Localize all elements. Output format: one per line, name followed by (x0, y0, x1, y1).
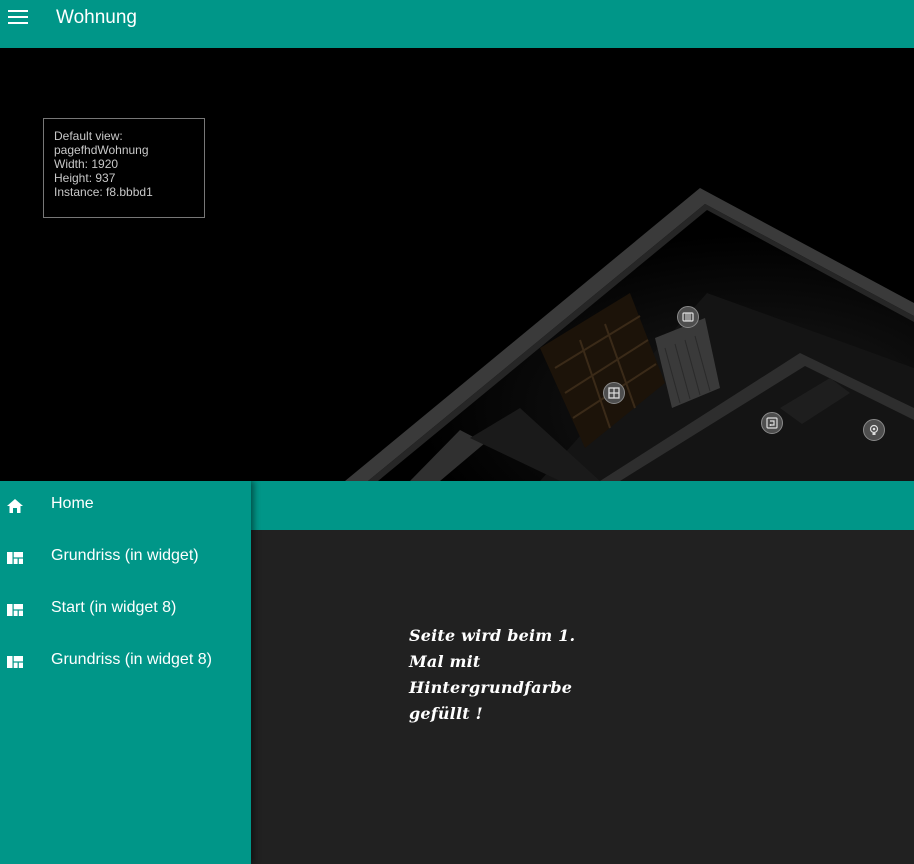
nav-item-home[interactable]: Home (0, 481, 251, 533)
floorplan-scene: Default view: pagefhdWohnung Width: 1920… (0, 48, 914, 481)
view-quilt-icon (7, 552, 23, 564)
radiator-button[interactable] (677, 306, 699, 328)
door-sensor-button[interactable] (761, 412, 783, 434)
info-line: pagefhdWohnung (54, 143, 149, 157)
text-line: gefüllt ! (409, 704, 483, 723)
lightbulb-icon (869, 424, 879, 435)
nav-item-label: Grundriss (in widget 8) (51, 651, 212, 668)
top-app-bar: Wohnung (0, 0, 914, 48)
sub-header-bar (251, 481, 914, 530)
view-quilt-icon (7, 656, 23, 668)
nav-item-start-widget8[interactable]: Start (in widget 8) (0, 585, 251, 637)
window-button[interactable] (603, 382, 625, 404)
nav-item-label: Start (in widget 8) (51, 599, 177, 616)
info-line: Default view: (54, 129, 123, 143)
background-info-text: Seite wird beim 1. Mal mit Hintergrundfa… (409, 623, 584, 727)
view-info-box: Default view: pagefhdWohnung Width: 1920… (43, 118, 205, 218)
info-line: Height: 937 (54, 171, 116, 185)
info-line: Width: 1920 (54, 157, 119, 171)
radiator-icon (682, 312, 694, 322)
nav-item-grundriss-widget8[interactable]: Grundriss (in widget 8) (0, 637, 251, 689)
page-title: Wohnung (56, 7, 137, 28)
info-line: Instance: f8.bbbd1 (54, 185, 153, 199)
text-line: Seite wird beim 1. (409, 626, 576, 645)
text-line: Mal mit (409, 652, 481, 671)
nav-item-grundriss-widget[interactable]: Grundriss (in widget) (0, 533, 251, 585)
view-quilt-icon (7, 604, 23, 616)
nav-item-label: Grundriss (in widget) (51, 547, 199, 564)
light-button[interactable] (863, 419, 885, 441)
window-icon (608, 387, 620, 399)
hamburger-menu-icon[interactable] (8, 8, 28, 26)
door-sensor-icon (766, 417, 778, 429)
navigation-drawer: Home Grundriss (in widget) Start (in wid… (0, 481, 251, 864)
text-line: Hintergrundfarbe (409, 678, 573, 697)
home-icon (7, 499, 23, 513)
nav-item-label: Home (51, 495, 94, 512)
